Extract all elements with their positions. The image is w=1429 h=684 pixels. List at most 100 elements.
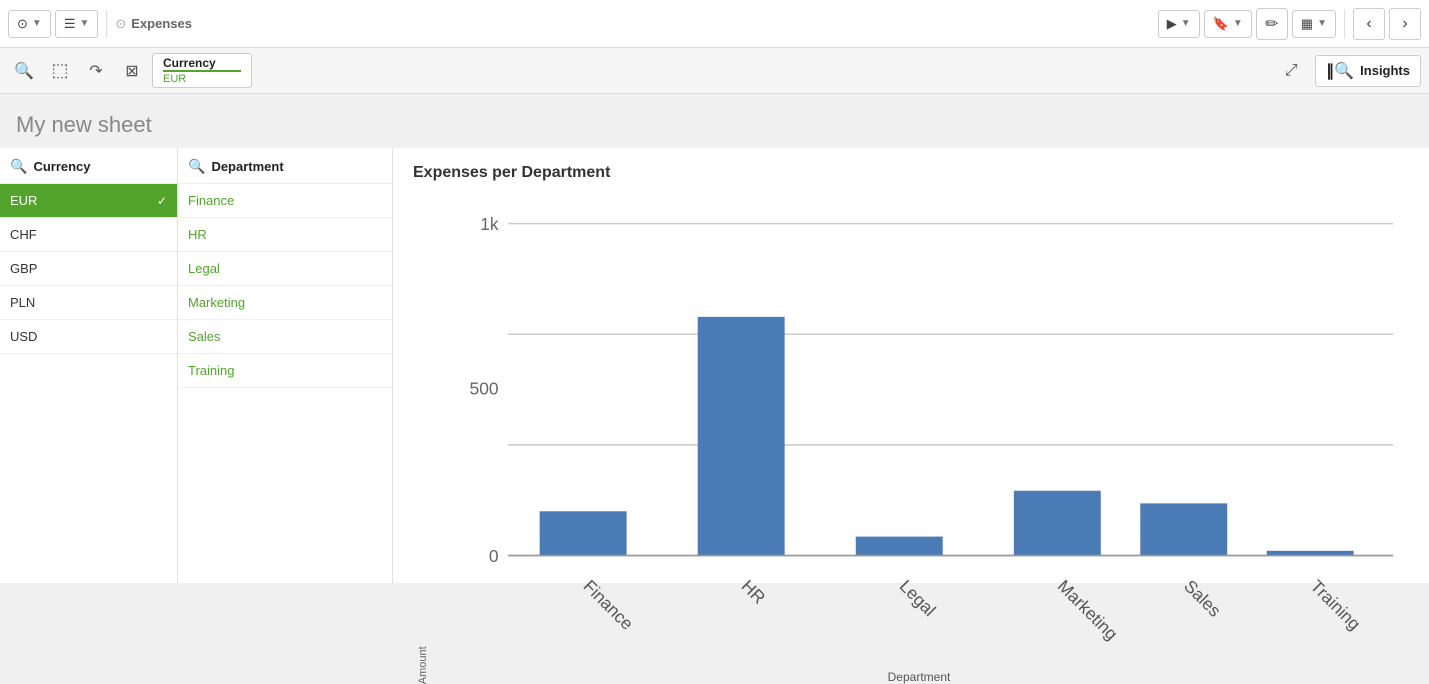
chart-title: Expenses per Department [413, 164, 1409, 182]
forward-button[interactable]: › [1389, 8, 1421, 40]
chart-wrapper: Amount 0 500 1k [413, 192, 1409, 684]
dept-item-training[interactable]: Training [178, 354, 392, 388]
list-caret: ▼ [79, 18, 89, 29]
x-axis-label: Department [429, 670, 1409, 684]
toolbar-right: ▶ ▼ 🔖 ▼ ✏ ▦ ▼ ‹ › [1158, 8, 1421, 40]
currency-panel-header: 🔍 Currency [0, 148, 177, 184]
currency-panel-title: Currency [33, 159, 90, 174]
list-icon: ☰ [64, 16, 76, 32]
y-axis-label: Amount [413, 192, 429, 684]
chart-area: Expenses per Department Amount 0 500 1k [393, 148, 1429, 583]
clear-select-icon[interactable]: ⊠ [116, 55, 148, 87]
currency-label-chf: CHF [10, 227, 37, 242]
currency-search-icon: 🔍 [10, 158, 27, 175]
filter-chip-title: Currency [163, 56, 241, 70]
redo-icon: ↷ [89, 61, 102, 81]
department-panel-title: Department [211, 159, 283, 174]
play-caret: ▼ [1181, 18, 1191, 29]
x-label-legal: Legal [896, 576, 940, 620]
dept-label-finance: Finance [188, 193, 234, 208]
currency-item-eur[interactable]: EUR ✓ [0, 184, 177, 218]
currency-panel: 🔍 Currency EUR ✓ CHF GBP PLN USD [0, 148, 178, 583]
chart-caret: ▼ [1317, 18, 1327, 29]
sheet-title-bar: My new sheet [0, 94, 1429, 148]
currency-label-gbp: GBP [10, 261, 37, 276]
currency-item-gbp[interactable]: GBP [0, 252, 177, 286]
filter-bar-right: ⤢ ∥🔍 Insights [1275, 55, 1421, 87]
department-panel-header: 🔍 Department [178, 148, 392, 184]
dept-item-finance[interactable]: Finance [178, 184, 392, 218]
sheet-title: My new sheet [16, 112, 152, 137]
x-label-training: Training [1307, 576, 1365, 634]
currency-item-usd[interactable]: USD [0, 320, 177, 354]
insights-label: Insights [1360, 63, 1410, 78]
bookmark-button[interactable]: 🔖 ▼ [1204, 10, 1252, 38]
dept-item-marketing[interactable]: Marketing [178, 286, 392, 320]
redo-select-icon[interactable]: ↷ [80, 55, 112, 87]
toolbar-separator-1 [106, 10, 107, 38]
dept-label-hr: HR [188, 227, 207, 242]
app-title-area: ⊙ Expenses [115, 16, 192, 32]
filter-chip-value: EUR [163, 70, 241, 85]
currency-label-usd: USD [10, 329, 37, 344]
svg-text:500: 500 [470, 378, 499, 398]
expand-arrows-icon: ⤢ [1285, 62, 1298, 80]
dept-search-icon: 🔍 [188, 158, 205, 175]
department-panel: 🔍 Department Finance HR Legal Marketing … [178, 148, 393, 583]
dept-label-marketing: Marketing [188, 295, 245, 310]
insights-button[interactable]: ∥🔍 Insights [1315, 55, 1421, 87]
back-icon: ‹ [1366, 15, 1371, 33]
main-content: 🔍 Currency EUR ✓ CHF GBP PLN USD 🔍 Depar… [0, 148, 1429, 583]
pencil-icon: ✏ [1265, 14, 1278, 34]
lasso-select-icon[interactable]: ⬚ [44, 55, 76, 87]
dept-label-legal: Legal [188, 261, 220, 276]
dept-item-hr[interactable]: HR [178, 218, 392, 252]
x-label-sales: Sales [1180, 576, 1225, 621]
search-filter-icon[interactable]: 🔍 [8, 55, 40, 87]
currency-item-chf[interactable]: CHF [0, 218, 177, 252]
compass-caret: ▼ [32, 18, 42, 29]
compass-icon: ⊙ [17, 16, 28, 32]
svg-text:0: 0 [489, 546, 499, 566]
app-icon: ⊙ [115, 16, 126, 32]
chart-icon: ▦ [1301, 16, 1313, 32]
edit-button[interactable]: ✏ [1256, 8, 1288, 40]
chart-type-button[interactable]: ▦ ▼ [1292, 10, 1336, 38]
currency-label-eur: EUR [10, 193, 37, 208]
expand-icon[interactable]: ⤢ [1275, 55, 1307, 87]
dept-item-legal[interactable]: Legal [178, 252, 392, 286]
dept-label-sales: Sales [188, 329, 221, 344]
check-icon-eur: ✓ [157, 194, 167, 208]
svg-text:1k: 1k [480, 214, 499, 234]
insights-chart-icon: ∥🔍 [1326, 61, 1354, 81]
compass-button[interactable]: ⊙ ▼ [8, 10, 51, 38]
bar-hr[interactable] [698, 317, 785, 556]
x-label-marketing: Marketing [1054, 576, 1122, 644]
x-label-hr: HR [738, 576, 770, 608]
bar-marketing[interactable] [1014, 491, 1101, 556]
bar-sales[interactable] [1140, 503, 1227, 555]
currency-filter-chip[interactable]: Currency EUR [152, 53, 252, 88]
filter-bar: 🔍 ⬚ ↷ ⊠ Currency EUR ⤢ ∥🔍 Insights [0, 48, 1429, 94]
bar-legal[interactable] [856, 537, 943, 556]
currency-item-pln[interactable]: PLN [0, 286, 177, 320]
play-icon: ▶ [1167, 16, 1177, 32]
top-toolbar: ⊙ ▼ ☰ ▼ ⊙ Expenses ▶ ▼ 🔖 ▼ ✏ ▦ ▼ ‹ [0, 0, 1429, 48]
play-button[interactable]: ▶ ▼ [1158, 10, 1200, 38]
back-button[interactable]: ‹ [1353, 8, 1385, 40]
chart-svg-container: 0 500 1k [429, 192, 1409, 684]
zoom-icon: 🔍 [14, 61, 34, 81]
dept-label-training: Training [188, 363, 234, 378]
toolbar-separator-2 [1344, 10, 1345, 38]
currency-label-pln: PLN [10, 295, 35, 310]
bookmark-caret: ▼ [1233, 18, 1243, 29]
toolbar-left: ⊙ ▼ ☰ ▼ ⊙ Expenses [8, 10, 192, 38]
lasso-icon: ⬚ [51, 60, 68, 81]
bar-chart: 0 500 1k [429, 192, 1409, 666]
clear-icon: ⊠ [125, 61, 138, 81]
x-label-finance: Finance [579, 576, 637, 634]
list-button[interactable]: ☰ ▼ [55, 10, 99, 38]
dept-item-sales[interactable]: Sales [178, 320, 392, 354]
forward-icon: › [1402, 15, 1407, 33]
bar-finance[interactable] [540, 511, 627, 555]
